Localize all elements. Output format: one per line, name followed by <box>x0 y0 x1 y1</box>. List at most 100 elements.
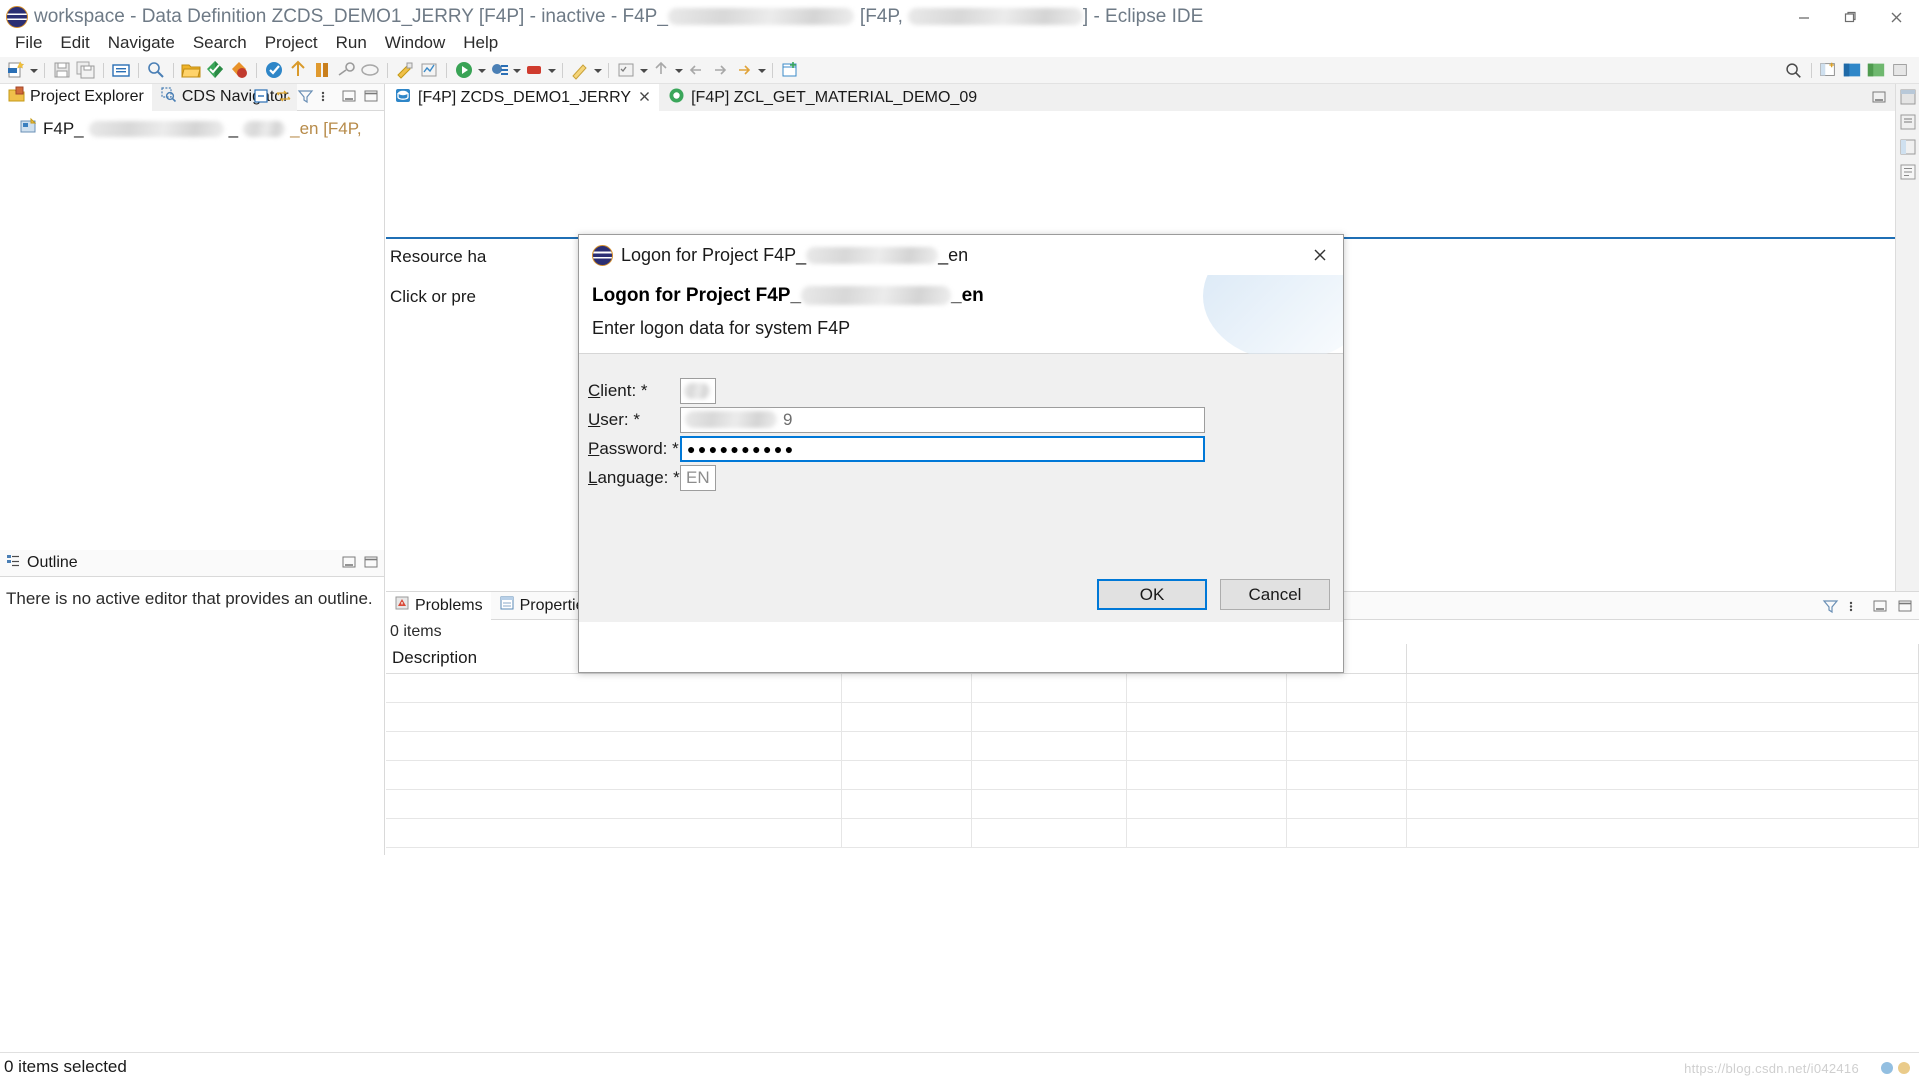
dialog-title-suffix: _en <box>938 245 968 266</box>
debug-dropdown-arrow[interactable] <box>511 60 522 80</box>
menu-run[interactable]: Run <box>327 31 376 55</box>
menu-help[interactable]: Help <box>454 31 507 55</box>
filter-icon[interactable] <box>1822 598 1839 615</box>
outline-fastview-icon[interactable] <box>1899 113 1917 131</box>
outline-header[interactable]: Outline <box>0 550 384 577</box>
window-title-prefix: workspace - Data Definition ZCDS_DEMO1_J… <box>34 6 668 27</box>
debug-as-icon[interactable] <box>488 59 510 81</box>
view-menu-icon[interactable] <box>1847 598 1864 615</box>
cell <box>1406 760 1919 789</box>
close-icon[interactable] <box>639 91 650 105</box>
minimize-icon[interactable] <box>1872 598 1889 615</box>
dialog-title-prefix: Logon for Project F4P_ <box>621 245 806 266</box>
checklist-dropdown-arrow[interactable] <box>638 60 649 80</box>
column-header-empty[interactable] <box>1406 644 1919 673</box>
table-row[interactable] <box>386 702 1919 731</box>
menu-project[interactable]: Project <box>256 31 327 55</box>
editor-tab-zcl-get-material-demo-09[interactable]: [F4P] ZCL_GET_MATERIAL_DEMO_09 <box>659 84 986 111</box>
perspective-debug-icon[interactable] <box>1866 60 1888 82</box>
problems-table-body <box>386 673 1919 847</box>
tree-item-project[interactable]: F4P_ _ _en [F4P, <box>0 115 384 142</box>
search-icon[interactable] <box>1783 60 1805 82</box>
new-dropdown-arrow[interactable] <box>28 60 39 80</box>
forward-icon[interactable] <box>709 59 731 81</box>
forward-dropdown-arrow[interactable] <box>756 60 767 80</box>
data-definition-icon <box>395 87 412 109</box>
cell <box>1286 789 1406 818</box>
external-tools-icon[interactable] <box>394 59 416 81</box>
table-row[interactable] <box>386 789 1919 818</box>
fast-view-icon[interactable] <box>1899 88 1917 106</box>
cell <box>1126 760 1286 789</box>
pencil-icon[interactable] <box>569 59 591 81</box>
profile-icon[interactable] <box>418 59 440 81</box>
check-icon[interactable] <box>263 59 285 81</box>
maximize-icon[interactable] <box>1897 598 1914 615</box>
print-icon[interactable] <box>110 59 132 81</box>
window-title-blur-2 <box>908 8 1083 25</box>
close-icon[interactable] <box>1303 240 1337 270</box>
new-editor-icon[interactable] <box>779 59 801 81</box>
user-input[interactable]: 9 <box>680 407 1205 433</box>
new-wizard-icon[interactable] <box>5 59 27 81</box>
table-row[interactable] <box>386 818 1919 847</box>
tab-problems[interactable]: Problems <box>386 592 491 620</box>
table-row[interactable] <box>386 760 1919 789</box>
password-input[interactable]: ●●●●●●●●●● <box>680 436 1205 462</box>
editor-tab-zcds-demo1-jerry[interactable]: [F4P] ZCDS_DEMO1_JERRY <box>386 84 659 111</box>
upload-icon[interactable] <box>650 59 672 81</box>
upload-dropdown-arrow[interactable] <box>673 60 684 80</box>
properties-fastview-icon[interactable] <box>1899 138 1917 156</box>
toolbar-separator <box>173 63 174 78</box>
minimize-icon[interactable] <box>1871 89 1888 106</box>
pencil-dropdown-arrow[interactable] <box>592 60 603 80</box>
filter-icon[interactable] <box>297 88 314 105</box>
minimize-icon[interactable] <box>341 88 358 105</box>
menu-search[interactable]: Search <box>184 31 256 55</box>
menu-navigate[interactable]: Navigate <box>99 31 184 55</box>
tab-project-explorer[interactable]: Project Explorer <box>0 84 152 111</box>
toolbar-separator <box>772 63 773 78</box>
forward-history-icon[interactable] <box>733 59 755 81</box>
quick-access-icon[interactable] <box>145 59 167 81</box>
search-icon[interactable] <box>359 59 381 81</box>
language-input[interactable]: EN <box>680 465 716 491</box>
link-icon[interactable] <box>335 59 357 81</box>
problems-table: Description ▲ Resource Path Location Typ… <box>386 644 1919 848</box>
ok-button[interactable]: OK <box>1097 579 1207 610</box>
table-row[interactable] <box>386 731 1919 760</box>
back-icon[interactable] <box>685 59 707 81</box>
link-with-editor-icon[interactable] <box>275 88 292 105</box>
templates-fastview-icon[interactable] <box>1899 163 1917 181</box>
perspective-abap-icon[interactable] <box>1842 60 1864 82</box>
save-icon[interactable] <box>51 59 73 81</box>
maximize-icon[interactable] <box>363 88 380 105</box>
activate-all-icon[interactable] <box>228 59 250 81</box>
table-row[interactable] <box>386 673 1919 702</box>
menu-edit[interactable]: Edit <box>51 31 98 55</box>
cell <box>971 731 1126 760</box>
run-dropdown-arrow[interactable] <box>476 60 487 80</box>
open-perspective-icon[interactable] <box>1818 60 1840 82</box>
properties-icon <box>499 595 515 616</box>
cancel-button[interactable]: Cancel <box>1220 579 1330 610</box>
cell <box>1286 760 1406 789</box>
open-abap-development-object-icon[interactable] <box>180 59 202 81</box>
maximize-icon[interactable] <box>363 554 380 571</box>
cell <box>841 673 971 702</box>
run-as-icon[interactable] <box>453 59 475 81</box>
transport-icon[interactable] <box>311 59 333 81</box>
menu-window[interactable]: Window <box>376 31 454 55</box>
client-input[interactable] <box>680 378 716 404</box>
minimize-icon[interactable] <box>341 554 358 571</box>
save-all-icon[interactable] <box>75 59 97 81</box>
checklist-icon[interactable] <box>615 59 637 81</box>
perspective-more-icon[interactable] <box>1890 60 1912 82</box>
release-icon[interactable] <box>287 59 309 81</box>
menu-file[interactable]: File <box>6 31 51 55</box>
stop-dropdown-arrow[interactable] <box>546 60 557 80</box>
activate-icon[interactable] <box>204 59 226 81</box>
stop-icon[interactable] <box>523 59 545 81</box>
view-menu-icon[interactable] <box>319 88 336 105</box>
collapse-all-icon[interactable] <box>253 88 270 105</box>
